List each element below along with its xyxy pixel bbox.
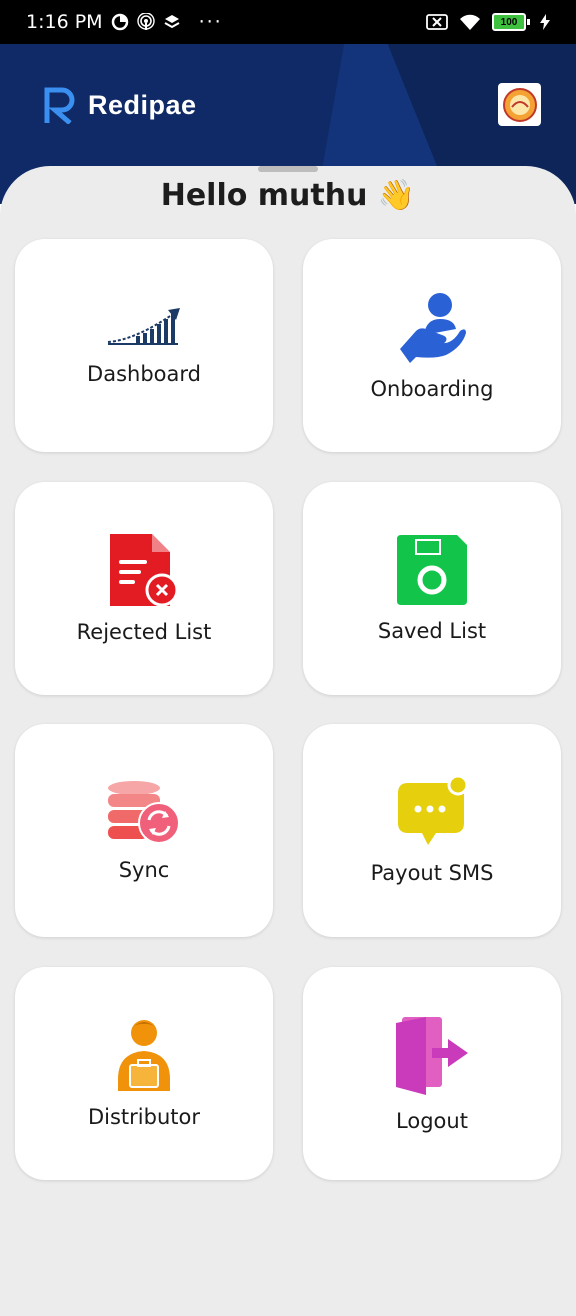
rejected-list-card[interactable]: Rejected List bbox=[15, 482, 273, 695]
distributor-card[interactable]: Distributor bbox=[15, 967, 273, 1180]
layers-icon bbox=[164, 15, 180, 29]
battery-level: 100 bbox=[492, 13, 526, 31]
sync-label: Sync bbox=[118, 857, 170, 882]
battery-icon: 100 bbox=[492, 13, 530, 31]
greeting-text: Hello muthu bbox=[160, 178, 368, 213]
redipae-logo-icon bbox=[44, 87, 75, 124]
sync-card[interactable]: Sync bbox=[15, 724, 273, 937]
saved-list-label: Saved List bbox=[377, 618, 487, 643]
message-bubble-icon bbox=[398, 776, 468, 845]
profile-logo-icon bbox=[502, 87, 537, 122]
database-sync-icon bbox=[108, 780, 180, 844]
data-saver-icon bbox=[111, 13, 128, 31]
dashboard-card[interactable]: Dashboard bbox=[15, 239, 273, 452]
rejected-document-icon bbox=[110, 533, 179, 606]
saved-list-card[interactable]: Saved List bbox=[303, 482, 561, 695]
logout-card[interactable]: Logout bbox=[303, 967, 561, 1180]
brand-logo: Redipae bbox=[44, 86, 197, 124]
podcast-icon bbox=[136, 13, 155, 30]
wave-emoji: 👋 bbox=[377, 178, 416, 213]
onboarding-card[interactable]: Onboarding bbox=[303, 239, 561, 452]
floppy-disk-icon bbox=[397, 534, 467, 605]
charging-icon bbox=[540, 14, 550, 30]
logout-door-icon bbox=[396, 1016, 468, 1095]
profile-avatar[interactable] bbox=[498, 83, 541, 126]
logout-label: Logout bbox=[396, 1108, 468, 1133]
status-time: 1:16 PM bbox=[26, 11, 103, 33]
distributor-label: Distributor bbox=[87, 1104, 200, 1129]
onboarding-label: Onboarding bbox=[370, 376, 494, 401]
rejected-list-label: Rejected List bbox=[76, 619, 212, 644]
brand-name: Redipae bbox=[88, 89, 197, 120]
sheet-handle[interactable] bbox=[258, 166, 318, 172]
menu-sheet: Hello muthu 👋 Dashboard Onboarding Rejec… bbox=[0, 166, 576, 1316]
dashboard-chart-icon bbox=[107, 307, 180, 345]
payout-sms-label: Payout SMS bbox=[370, 860, 494, 885]
distributor-person-icon bbox=[118, 1019, 170, 1091]
more-notifications: ··· bbox=[198, 11, 223, 33]
payout-sms-card[interactable]: Payout SMS bbox=[303, 724, 561, 937]
wifi-icon bbox=[460, 14, 480, 30]
no-sim-icon bbox=[426, 14, 448, 30]
status-bar: 1:16 PM ··· 100 bbox=[0, 0, 576, 44]
onboarding-hand-icon bbox=[400, 292, 466, 363]
greeting: Hello muthu 👋 bbox=[0, 178, 576, 213]
dashboard-label: Dashboard bbox=[87, 361, 201, 386]
